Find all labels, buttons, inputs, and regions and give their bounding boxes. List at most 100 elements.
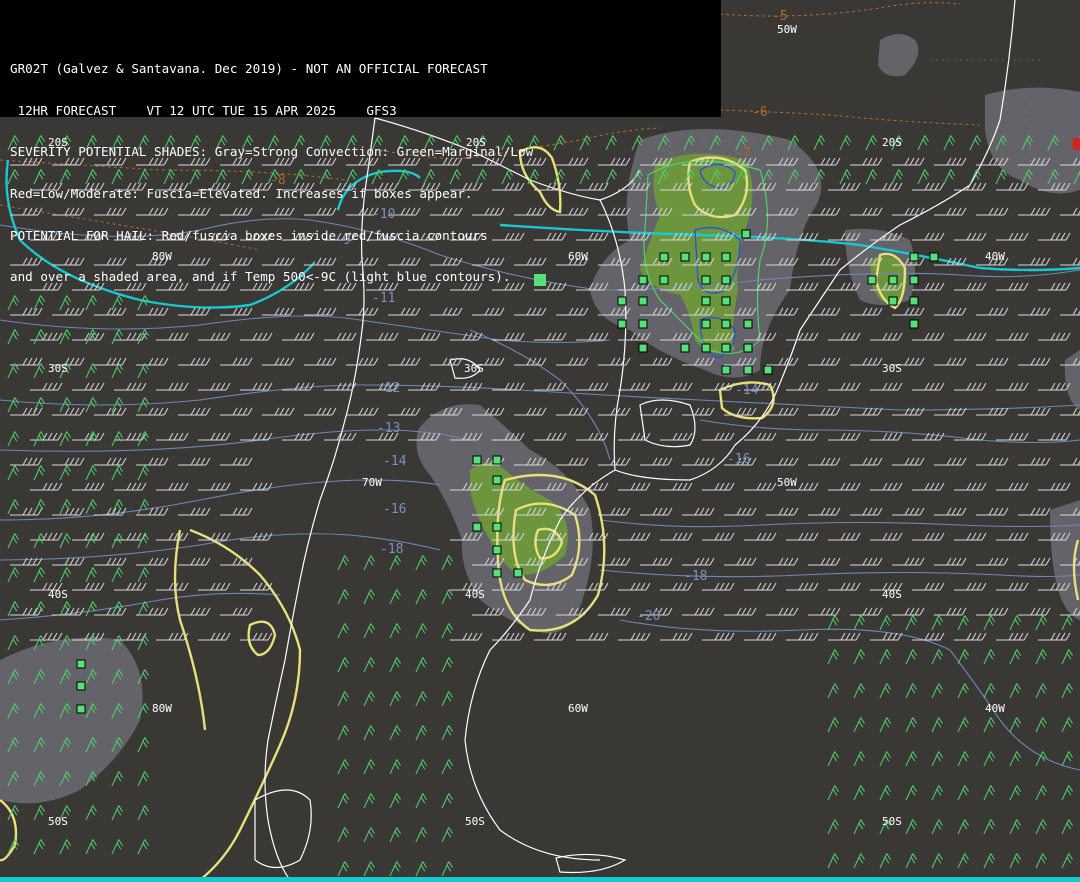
wind-barb [135, 357, 169, 366]
wind-barb [303, 407, 337, 416]
wind-barb [827, 784, 841, 804]
lat-label: 30S [464, 362, 484, 375]
wind-barb [785, 532, 819, 541]
wind-barb [137, 396, 151, 416]
wind-barb [1017, 257, 1051, 266]
wind-barb [9, 457, 43, 466]
severity-box [721, 275, 731, 285]
wind-barb [1059, 257, 1080, 266]
wind-barb [197, 332, 231, 341]
wind-barb [957, 852, 971, 872]
wind-barb [849, 507, 883, 516]
wind-barb [111, 328, 125, 348]
wind-barb [389, 724, 403, 744]
temp-label: -18 [380, 542, 403, 557]
wind-barb [891, 157, 925, 166]
wind-barb [1035, 614, 1049, 634]
wind-barb [839, 168, 853, 188]
wind-barb [415, 724, 429, 744]
wind-barb [363, 690, 377, 710]
wind-barb [931, 648, 945, 668]
lon-label: 50W [777, 476, 797, 489]
wind-barb [701, 432, 735, 441]
wind-barb [827, 332, 861, 341]
wind-barb [891, 457, 925, 466]
wind-barb [323, 332, 357, 341]
wind-barb [85, 804, 99, 824]
wind-barb [155, 382, 189, 391]
wind-barb [137, 464, 151, 484]
wind-barb [1009, 614, 1023, 634]
wind-barb [113, 382, 147, 391]
severity-box [492, 545, 502, 555]
wind-barb [389, 588, 403, 608]
lat-label: 30S [48, 362, 68, 375]
wind-barb [1059, 307, 1080, 316]
wind-barb [337, 588, 351, 608]
lon-label: 80W [152, 702, 172, 715]
wind-barb [953, 282, 987, 291]
wind-barb [1009, 784, 1023, 804]
wind-barb [933, 607, 967, 616]
wind-barb [555, 457, 589, 466]
wind-barb [911, 532, 945, 541]
wind-barb [137, 770, 151, 790]
wind-barb [983, 648, 997, 668]
wind-barb [7, 464, 21, 484]
wind-barb [177, 357, 211, 366]
wind-barb [723, 607, 757, 616]
temp-label: -18 [684, 569, 707, 584]
wind-barb [155, 332, 189, 341]
wind-barb [363, 724, 377, 744]
wind-barb [827, 182, 861, 191]
wind-barb [177, 557, 211, 566]
wind-barb [389, 622, 403, 642]
wind-barb [953, 182, 987, 191]
wind-barb [1017, 557, 1051, 566]
wind-barb [575, 332, 609, 341]
wind-barb [415, 860, 429, 880]
wind-barb [953, 532, 987, 541]
wind-barb [617, 582, 651, 591]
wind-barb [363, 656, 377, 676]
wind-barb [911, 332, 945, 341]
wind-barb [1037, 432, 1071, 441]
wind-barb [765, 457, 799, 466]
wind-barb [1061, 682, 1075, 702]
wind-barb [533, 432, 567, 441]
wind-barb [1017, 457, 1051, 466]
wind-barb [33, 532, 47, 552]
wind-barb [1061, 852, 1075, 872]
wind-barb [931, 614, 945, 634]
wind-barb [111, 566, 125, 586]
severity-box [617, 296, 627, 306]
wind-barb [879, 682, 893, 702]
wind-barb [197, 382, 231, 391]
wind-barb [111, 804, 125, 824]
severity-box [743, 319, 753, 329]
wind-barb [681, 607, 715, 616]
wind-barb [1061, 818, 1075, 838]
wind-barb [1035, 716, 1049, 736]
wind-barb [931, 716, 945, 736]
lon-label: 50W [777, 23, 797, 36]
header-hail-note: POTENTIAL FOR HAIL: Red/fuscia boxes ins… [10, 228, 488, 243]
wind-barb [1059, 207, 1080, 216]
temp-label: -5 [772, 9, 788, 24]
wind-barb [765, 507, 799, 516]
lat-label: 40S [882, 588, 902, 601]
wind-barb [239, 382, 273, 391]
wind-barb [911, 232, 945, 241]
wind-barb [389, 656, 403, 676]
wind-barb [7, 634, 21, 654]
wind-barb [905, 614, 919, 634]
severity-box [492, 475, 502, 485]
wind-barb [177, 307, 211, 316]
wind-barb [93, 357, 127, 366]
wind-barb [85, 362, 99, 382]
wind-barb [681, 557, 715, 566]
wind-barb [931, 852, 945, 872]
wind-barb [33, 804, 47, 824]
wind-barb [155, 432, 189, 441]
lat-label: 50S [48, 815, 68, 828]
